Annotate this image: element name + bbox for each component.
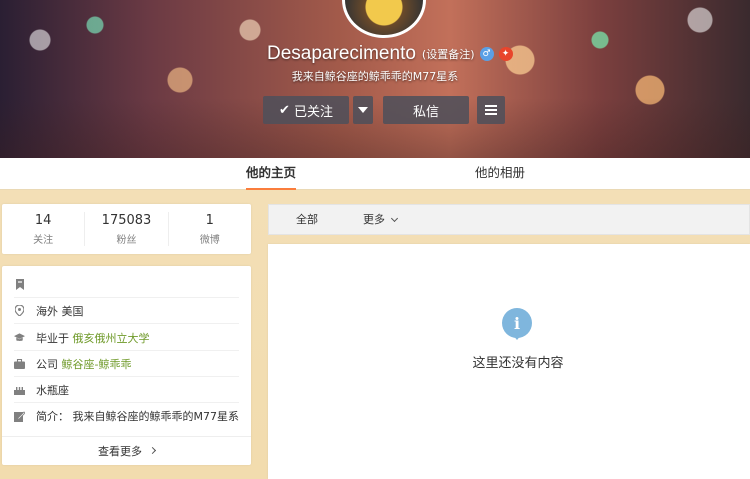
stat-following[interactable]: 14 关注 [2,212,86,246]
empty-message: 这里还没有内容 [472,356,564,371]
profile-tabs: 他的主页 他的相册 [0,158,750,190]
graduation-cap-icon [14,332,25,343]
stat-followers-label: 粉丝 [116,234,137,246]
view-more-label: 查看更多 [98,444,142,458]
tab-album[interactable]: 他的相册 [475,158,525,190]
zodiac-row: 水瓶座 [14,377,239,403]
profile-name-row: Desaparecimento (设置备注) ♂ ✦ [267,42,513,66]
profile-bio: 我来自鲸谷座的鲸乖乖的M77星系 [291,70,459,83]
stats-card: 14 关注 175083 粉丝 1 微博 [2,204,251,254]
message-label: 私信 [412,104,439,120]
stat-following-count: 14 [34,212,52,228]
education-row: 毕业于 俄亥俄州立大学 [14,325,239,351]
location-pin-icon [14,305,25,316]
check-icon: ✔ [279,102,290,118]
more-menu-button[interactable] [477,96,505,124]
feed-content: i 这里还没有内容 [268,244,750,479]
view-more-button[interactable]: 查看更多 [2,436,251,464]
caret-down-icon [358,107,368,113]
company-row: 公司 鲸谷座-鲸乖乖 [14,351,239,377]
intro-prefix: 简介： [36,410,69,423]
male-icon: ♂ [479,47,494,61]
set-remark-link[interactable]: (设置备注) [422,46,475,62]
briefcase-icon [14,358,25,369]
school-link[interactable]: 俄亥俄州立大学 [73,330,150,346]
chevron-right-icon [148,446,157,455]
profile-name: Desaparecimento [267,43,416,64]
menu-icon [485,105,497,115]
location-text: 海外 美国 [36,304,84,318]
level-row [14,272,239,298]
follow-dropdown-button[interactable] [353,96,373,124]
filter-more-label: 更多 [363,213,385,226]
stat-posts-label: 微博 [199,234,220,246]
intro-text: 我来自鲸谷座的鲸乖乖的M77星系 [72,410,240,423]
tab-home[interactable]: 他的主页 [246,158,297,190]
birthday-cake-icon [14,384,25,395]
feed-filter-bar: 全部 更多 [268,204,750,235]
vip-icon[interactable]: ✦ [498,47,513,61]
stat-followers-count: 175083 [101,212,152,228]
stat-posts-count: 1 [205,212,214,228]
profile-actions: ✔ 已关注 私信 [263,96,505,124]
followed-button[interactable]: ✔ 已关注 [263,96,349,124]
location-row: 海外 美国 [14,298,239,324]
edit-icon [14,410,25,422]
company-prefix: 公司 [36,357,58,371]
message-button[interactable]: 私信 [383,96,469,124]
stat-posts[interactable]: 1 微博 [169,212,251,246]
company-link[interactable]: 鲸谷座-鲸乖乖 [62,356,132,372]
intro-row: 简介： 我来自鲸谷座的鲸乖乖的M77星系 [14,403,239,429]
avatar[interactable] [342,0,426,38]
info-icon: i [502,308,532,340]
bookmark-icon [14,279,25,290]
education-prefix: 毕业于 [36,331,69,345]
stat-followers[interactable]: 175083 粉丝 [85,212,169,246]
filter-more-dropdown[interactable]: 更多 [363,205,399,235]
followed-label: 已关注 [293,104,333,120]
filter-all[interactable]: 全部 [296,205,318,235]
stat-following-label: 关注 [33,234,54,246]
chevron-down-icon [390,214,399,222]
zodiac-text: 水瓶座 [36,383,69,397]
profile-info-card: 海外 美国 毕业于 俄亥俄州立大学 公司 鲸谷座-鲸乖乖 水瓶座 简介： 我来自… [2,266,251,465]
